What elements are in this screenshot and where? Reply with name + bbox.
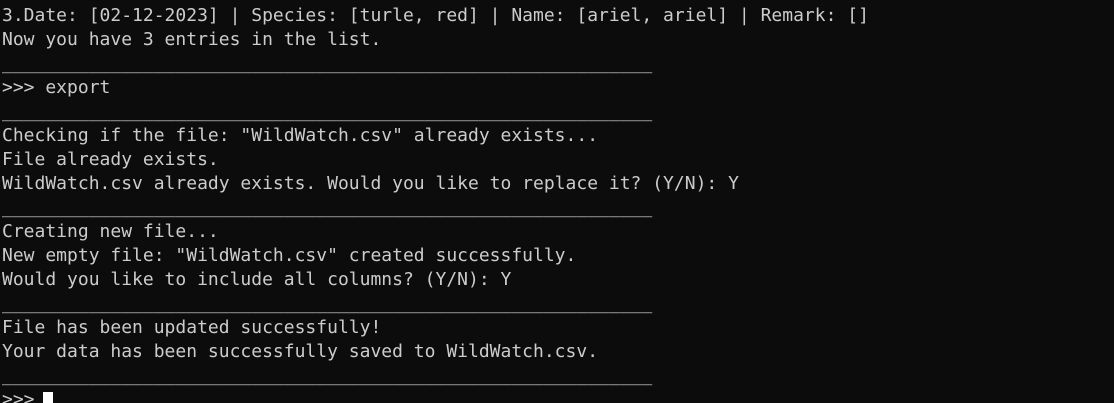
output-line-file-updated: File has been updated successfully! xyxy=(2,317,382,338)
command-line-export: >>> export xyxy=(2,77,111,98)
output-line-checking-file: Checking if the file: "WildWatch.csv" al… xyxy=(2,125,599,146)
terminal-window[interactable]: 3.Date: [02-12-2023] | Species: [turle, … xyxy=(0,0,1114,403)
separator-line: ________________________________________… xyxy=(2,53,653,74)
output-line-replace-prompt: WildWatch.csv already exists. Would you … xyxy=(2,173,739,194)
output-line-file-exists: File already exists. xyxy=(2,149,219,170)
output-line-entry: 3.Date: [02-12-2023] | Species: [turle, … xyxy=(2,5,869,26)
separator-line: ________________________________________… xyxy=(2,365,653,386)
output-line-creating-file: Creating new file... xyxy=(2,221,219,242)
output-line-file-created: New empty file: "WildWatch.csv" created … xyxy=(2,245,577,266)
text-cursor xyxy=(42,392,53,403)
separator-line: ________________________________________… xyxy=(2,293,653,314)
separator-line: ________________________________________… xyxy=(2,101,653,122)
separator-line: ________________________________________… xyxy=(2,197,653,218)
output-line-data-saved: Your data has been successfully saved to… xyxy=(2,341,599,362)
command-prompt[interactable]: >>> xyxy=(2,388,869,403)
output-line-columns-prompt: Would you like to include all columns? (… xyxy=(2,269,512,290)
prompt-symbol: >>> xyxy=(2,389,35,403)
output-line-entry-count: Now you have 3 entries in the list. xyxy=(2,29,382,50)
terminal-output: 3.Date: [02-12-2023] | Species: [turle, … xyxy=(2,4,869,403)
